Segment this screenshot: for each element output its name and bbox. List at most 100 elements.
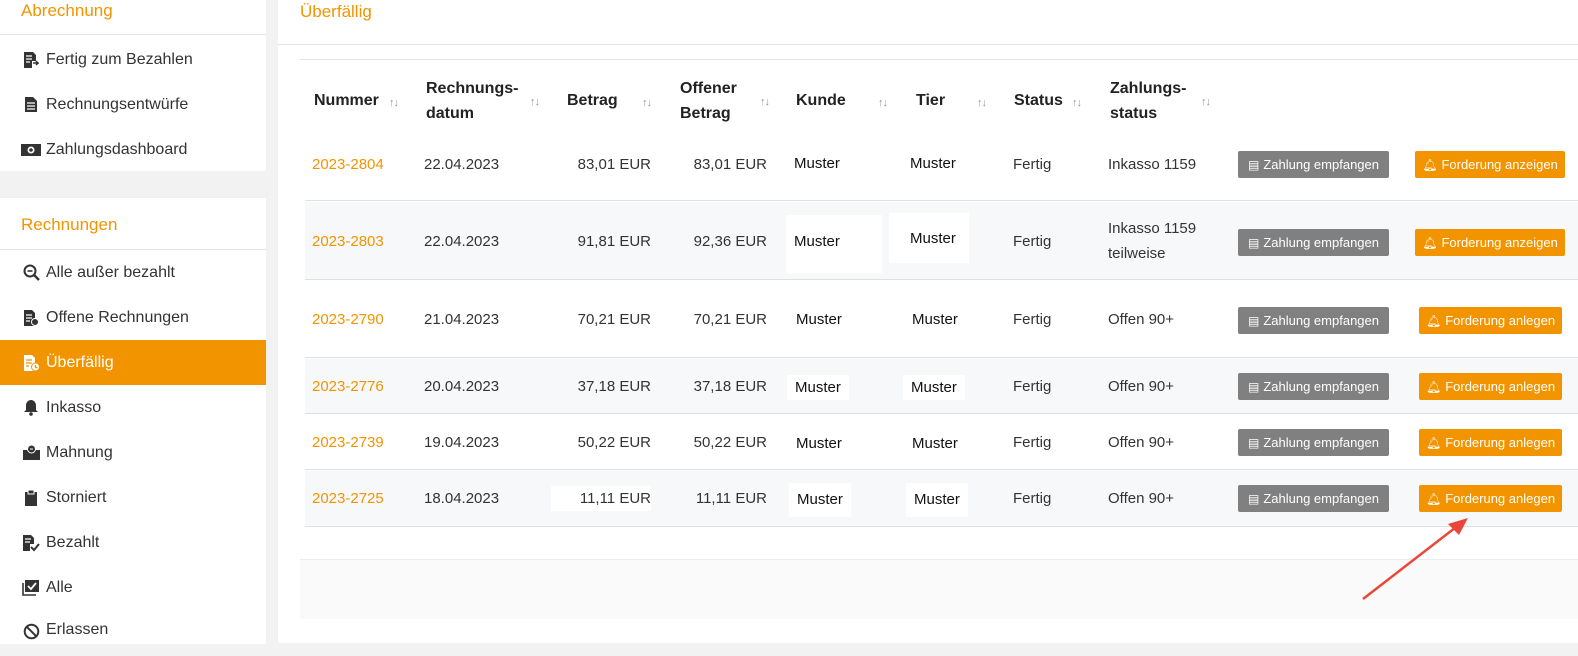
create-claim-button[interactable]: 🔔︎ Forderung anlegen [1419,373,1562,400]
receive-payment-button[interactable]: ▤ Zahlung empfangen [1238,429,1389,456]
receive-payment-button[interactable]: ▤ Zahlung empfangen [1238,373,1389,400]
open-amount: 83,01 EUR [693,156,767,173]
column-header-open-amount[interactable]: Offener Betrag ↑↓ [680,76,770,126]
sort-icon[interactable]: ↑↓ [878,91,888,116]
customer: Muster [787,375,849,400]
tier: Muster [904,431,966,456]
amount: 11,11 EUR [551,486,651,511]
open-amount: 70,21 EUR [693,311,767,328]
tier: Muster [903,375,965,400]
sidebar-item-ready-to-pay[interactable]: Fertig zum Bezahlen [0,37,266,82]
open-amount: 37,18 EUR [693,378,767,395]
payment-status: Inkasso 1159 [1108,156,1197,173]
paid-icon [21,533,41,553]
amount: 91,81 EUR [577,233,651,250]
create-claim-button[interactable]: 🔔︎ Forderung anlegen [1419,485,1562,512]
column-header-invoice-date[interactable]: Rechnungs- datum ↑↓ [426,76,540,126]
column-header-number[interactable]: Nummer ↑↓ [314,88,399,113]
cash-register-icon: ▤ [1248,491,1260,506]
sidebar-item-open-invoices[interactable]: Offene Rechnungen [0,295,266,340]
show-claim-button[interactable]: 🔔︎ Forderung anzeigen [1415,151,1565,178]
sort-icon[interactable]: ↑↓ [530,90,540,115]
invoice-number-link[interactable]: 2023-2725 [312,486,384,511]
open-amount: 11,11 EUR [695,490,767,507]
invoice-number-link[interactable]: 2023-2803 [312,229,384,254]
sidebar-item-dunning[interactable]: Mahnung [0,430,266,475]
invoices-panel-title: Rechnungen [0,198,266,250]
customer: Muster [789,483,851,517]
cash-register-icon: ▤ [1248,435,1260,450]
table-row: 2023-2790 21.04.2023 70,21 EUR 70,21 EUR… [305,281,1578,358]
sort-icon[interactable]: ↑↓ [389,91,399,116]
sort-icon[interactable]: ↑↓ [642,91,652,116]
sidebar-item-all[interactable]: Alle [0,565,266,610]
table-row: 2023-2725 18.04.2023 11,11 EUR 11,11 EUR… [305,471,1578,527]
cash-register-icon: ▤ [1248,313,1260,328]
create-claim-button[interactable]: 🔔︎ Forderung anlegen [1419,429,1562,456]
invoice-date: 18.04.2023 [424,490,500,507]
invoice-date: 20.04.2023 [424,378,500,395]
payment-status: Inkasso 1159 teilweise [1108,220,1197,262]
tier: Muster [906,483,968,517]
sort-icon[interactable]: ↑↓ [977,91,987,116]
sidebar-item-label: Alle außer bezahlt [46,263,175,281]
sidebar-item-drafts[interactable]: Rechnungsentwürfe [0,82,266,127]
open-invoice-icon [21,308,41,328]
cash-register-icon: ▤ [1248,235,1260,250]
invoice-number-link[interactable]: 2023-2776 [312,374,384,399]
payment-status: Offen 90+ [1108,490,1175,507]
sidebar-item-cancelled[interactable]: Storniert [0,475,266,520]
customer: Muster [786,215,882,273]
sidebar-item-waived[interactable]: Erlassen [0,610,266,644]
open-amount: 50,22 EUR [693,434,767,451]
customer: Muster [786,151,848,176]
sort-icon[interactable]: ↑↓ [760,90,770,115]
status: Fertig [1013,311,1052,328]
tier: Muster [904,307,966,332]
overdue-icon [21,353,41,373]
column-header-status[interactable]: Status ↑↓ [1014,88,1082,113]
sort-icon[interactable]: ↑↓ [1072,91,1082,116]
receive-payment-button[interactable]: ▤ Zahlung empfangen [1238,151,1389,178]
dunning-icon [21,443,41,463]
search-icon [21,263,41,283]
tier: Muster [889,213,969,263]
table-row: 2023-2804 22.04.2023 83,01 EUR 83,01 EUR… [305,138,1578,201]
column-header-amount[interactable]: Betrag ↑↓ [567,88,652,113]
customer: Muster [788,307,850,332]
page-title: Überfällig [278,0,1578,45]
receive-payment-button[interactable]: ▤ Zahlung empfangen [1238,307,1389,334]
sidebar-item-label: Fertig zum Bezahlen [46,50,193,68]
invoice-number-link[interactable]: 2023-2739 [312,430,384,455]
sidebar-item-payment-dashboard[interactable]: Zahlungsdashboard [0,127,266,172]
sort-icon[interactable]: ↑↓ [1201,90,1211,115]
receive-payment-button[interactable]: ▤ Zahlung empfangen [1238,485,1389,512]
invoice-number-link[interactable]: 2023-2804 [312,152,384,177]
money-icon [21,140,41,160]
receive-payment-button[interactable]: ▤ Zahlung empfangen [1238,229,1389,256]
sidebar-item-collection[interactable]: Inkasso [0,385,266,430]
payment-status: Offen 90+ [1108,378,1175,395]
table-footer [300,559,1578,619]
bell-icon: 🔔︎ [1425,379,1442,394]
table-header: Nummer ↑↓ Rechnungs- datum ↑↓ Betrag ↑↓ … [300,60,1578,138]
invoice-number-link[interactable]: 2023-2790 [312,307,384,332]
invoices-panel: Rechnungen Alle außer bezahlt Offene Rec… [0,198,266,644]
table-row: 2023-2776 20.04.2023 37,18 EUR 37,18 EUR… [305,359,1578,414]
sidebar-item-label: Offene Rechnungen [46,308,189,326]
invoice-date: 22.04.2023 [424,156,500,173]
show-claim-button[interactable]: 🔔︎ Forderung anzeigen [1415,229,1565,256]
table-row: 2023-2803 22.04.2023 91,81 EUR 92,36 EUR… [305,202,1578,280]
sidebar-item-label: Rechnungsentwürfe [46,95,189,113]
column-header-customer[interactable]: Kunde ↑↓ [796,88,888,113]
invoice-table: Nummer ↑↓ Rechnungs- datum ↑↓ Betrag ↑↓ … [300,59,1578,619]
sidebar-item-overdue[interactable]: Überfällig [0,340,266,385]
column-header-payment-status[interactable]: Zahlungs- status ↑↓ [1110,76,1211,126]
sidebar-item-all-except-paid[interactable]: Alle außer bezahlt [0,250,266,295]
customer: Muster [788,431,850,456]
create-claim-button[interactable]: 🔔︎ Forderung anlegen [1419,307,1562,334]
main-content: Überfällig Nummer ↑↓ Rechnungs- datum ↑↓… [278,0,1578,643]
bell-icon [21,398,41,418]
sidebar-item-paid[interactable]: Bezahlt [0,520,266,565]
column-header-tier[interactable]: Tier ↑↓ [916,88,987,113]
